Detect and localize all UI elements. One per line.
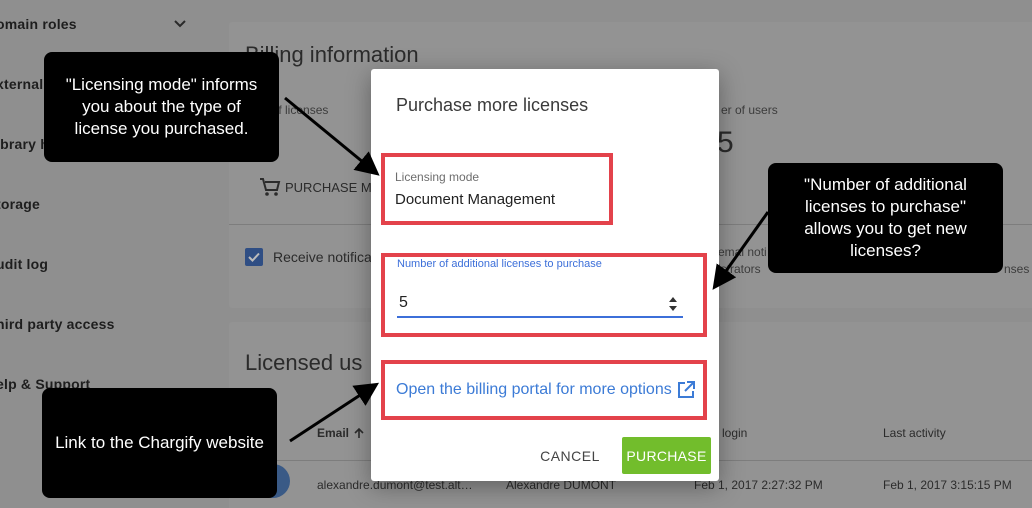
sidebar-item-external[interactable]: xternal bbox=[0, 71, 43, 97]
sidebar-item-label: hird party access bbox=[0, 316, 115, 332]
sidebar-item-third-party-access[interactable]: hird party access bbox=[0, 311, 115, 337]
sidebar-item-label: torage bbox=[0, 196, 40, 212]
licensing-mode-value: Document Management bbox=[395, 191, 556, 208]
sidebar-item-label: udit log bbox=[0, 256, 49, 272]
licensing-mode-label: Licensing mode bbox=[395, 170, 480, 184]
column-header-last-activity[interactable]: Last activity bbox=[883, 426, 946, 440]
sidebar-item-label: ibrary h bbox=[0, 136, 49, 152]
notes-line-1: emai noti bbox=[718, 245, 767, 259]
sidebar-item-library[interactable]: ibrary h bbox=[0, 131, 49, 157]
notification-label: Receive notifica bbox=[273, 249, 372, 265]
cancel-button[interactable]: CANCEL bbox=[530, 441, 610, 471]
check-icon bbox=[248, 252, 260, 262]
highlight-box bbox=[381, 153, 613, 225]
stepper-icon[interactable] bbox=[667, 296, 679, 312]
cell-last-activity: Feb 1, 2017 3:15:15 PM bbox=[883, 478, 1012, 492]
notification-checkbox[interactable] bbox=[245, 248, 263, 266]
purchase-more-label: PURCHASE M bbox=[285, 179, 372, 195]
dialog-title: Purchase more licenses bbox=[396, 95, 589, 115]
sort-up-icon bbox=[354, 427, 364, 438]
licensed-users-title: Licensed us bbox=[245, 350, 363, 375]
column-header-label: Email bbox=[317, 426, 350, 440]
billing-portal-link[interactable]: Open the billing portal for more options bbox=[396, 380, 696, 400]
purchase-more-button[interactable]: PURCHASE M bbox=[259, 177, 372, 197]
column-header-login[interactable]: login bbox=[722, 426, 747, 440]
sidebar-item-label: xternal bbox=[0, 76, 44, 92]
billing-portal-link-label: Open the billing portal for more options bbox=[396, 381, 672, 398]
sidebar-item-storage[interactable]: torage bbox=[0, 191, 40, 217]
users-label: er of users bbox=[721, 103, 778, 117]
callout-chargify-link: Link to the Chargify website bbox=[42, 388, 277, 498]
external-link-icon bbox=[677, 381, 695, 398]
purchase-button[interactable]: PURCHASE bbox=[622, 437, 711, 474]
sidebar-item-audit-log[interactable]: udit log bbox=[0, 251, 48, 277]
sidebar-item-domain-roles[interactable]: omain roles bbox=[0, 11, 186, 37]
notes-line-3: nses is bbox=[1004, 262, 1032, 276]
purchase-dialog: Purchase more licenses Licensing mode Do… bbox=[371, 69, 719, 481]
license-count-label: Number of additional licenses to purchas… bbox=[397, 258, 602, 270]
callout-licensing-mode: "Licensing mode" informs you about the t… bbox=[44, 52, 279, 162]
license-count-input[interactable] bbox=[397, 290, 683, 318]
callout-number-of-licenses: "Number of additional licenses to purcha… bbox=[768, 163, 1003, 273]
users-value: 5 bbox=[717, 126, 734, 159]
column-header-email[interactable]: Email bbox=[317, 426, 365, 440]
chevron-down-icon[interactable] bbox=[172, 15, 188, 31]
sidebar-item-label: omain roles bbox=[0, 16, 77, 32]
notification-row: Receive notifica bbox=[245, 248, 372, 266]
notes-line-2: istrators bbox=[718, 262, 761, 276]
cart-icon bbox=[260, 178, 281, 196]
